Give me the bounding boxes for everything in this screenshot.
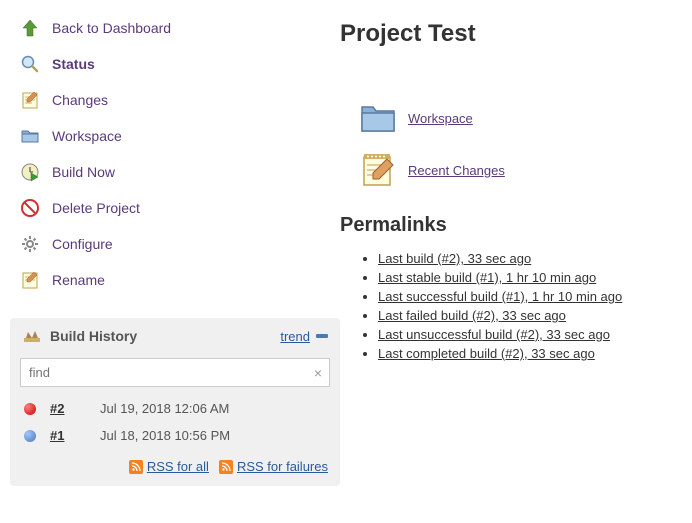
rss-all-label: RSS for all xyxy=(147,459,209,474)
nav-label: Workspace xyxy=(52,128,122,144)
nav-workspace[interactable]: Workspace xyxy=(10,118,340,154)
nav-back-dashboard[interactable]: Back to Dashboard xyxy=(10,10,340,46)
permalink-last-stable[interactable]: Last stable build (#1), 1 hr 10 min ago xyxy=(378,270,596,285)
page-title: Project Test xyxy=(340,20,682,48)
build-row[interactable]: #2 Jul 19, 2018 12:06 AM xyxy=(10,395,340,422)
nav-status[interactable]: Status xyxy=(10,46,340,82)
nav-label: Status xyxy=(52,56,95,72)
construction-icon xyxy=(22,328,42,344)
nav-label: Changes xyxy=(52,92,108,108)
permalink-last-completed[interactable]: Last completed build (#2), 33 sec ago xyxy=(378,346,595,361)
main-content: Project Test Workspace Recent Changes Pe… xyxy=(340,0,692,486)
nav-delete-project[interactable]: Delete Project xyxy=(10,190,340,226)
rss-failures-link[interactable]: RSS for failures xyxy=(219,459,328,474)
delete-icon xyxy=(18,196,42,220)
rss-icon xyxy=(129,460,143,474)
sidebar: Back to Dashboard Status Changes Workspa… xyxy=(0,0,340,486)
nav-build-now[interactable]: Build Now xyxy=(10,154,340,190)
build-number-link[interactable]: #2 xyxy=(50,401,100,416)
build-row[interactable]: #1 Jul 18, 2018 10:56 PM xyxy=(10,422,340,449)
workspace-link[interactable]: Workspace xyxy=(408,111,473,126)
nav-label: Configure xyxy=(52,236,113,252)
workspace-link-row: Workspace xyxy=(358,98,682,138)
folder-icon xyxy=(18,124,42,148)
nav-label: Back to Dashboard xyxy=(52,20,171,36)
build-status-blue-icon xyxy=(24,430,36,442)
notepad-icon xyxy=(18,88,42,112)
notepad-pencil-icon xyxy=(358,150,398,190)
build-date: Jul 18, 2018 10:56 PM xyxy=(100,428,230,443)
build-search-input[interactable] xyxy=(20,358,330,387)
build-number-link[interactable]: #1 xyxy=(50,428,100,443)
recent-changes-link[interactable]: Recent Changes xyxy=(408,163,505,178)
permalink-last-build[interactable]: Last build (#2), 33 sec ago xyxy=(378,251,531,266)
nav-rename[interactable]: Rename xyxy=(10,262,340,298)
nav-configure[interactable]: Configure xyxy=(10,226,340,262)
build-history-panel: Build History trend × #2 Jul 19, 2018 12… xyxy=(10,318,340,486)
build-search-box: × xyxy=(20,358,330,387)
rename-icon xyxy=(18,268,42,292)
clock-play-icon xyxy=(18,160,42,184)
collapse-icon[interactable] xyxy=(316,332,328,340)
rss-icon xyxy=(219,460,233,474)
gear-icon xyxy=(18,232,42,256)
rss-all-link[interactable]: RSS for all xyxy=(129,459,209,474)
build-date: Jul 19, 2018 12:06 AM xyxy=(100,401,229,416)
permalinks-list: Last build (#2), 33 sec ago Last stable … xyxy=(340,251,682,361)
folder-icon xyxy=(358,98,398,138)
clear-icon[interactable]: × xyxy=(314,365,322,381)
build-history-title: Build History xyxy=(50,328,280,344)
permalinks-title: Permalinks xyxy=(340,214,682,237)
build-history-header: Build History trend xyxy=(10,318,340,354)
magnifier-icon xyxy=(18,52,42,76)
permalink-last-unsuccessful[interactable]: Last unsuccessful build (#2), 33 sec ago xyxy=(378,327,610,342)
trend-link[interactable]: trend xyxy=(280,329,310,344)
rss-failures-label: RSS for failures xyxy=(237,459,328,474)
permalink-last-failed[interactable]: Last failed build (#2), 33 sec ago xyxy=(378,308,566,323)
recent-changes-row: Recent Changes xyxy=(358,150,682,190)
nav-changes[interactable]: Changes xyxy=(10,82,340,118)
nav-label: Rename xyxy=(52,272,105,288)
up-arrow-icon xyxy=(18,16,42,40)
rss-row: RSS for all RSS for failures xyxy=(10,449,340,486)
build-status-red-icon xyxy=(24,403,36,415)
nav-label: Build Now xyxy=(52,164,115,180)
permalink-last-successful[interactable]: Last successful build (#1), 1 hr 10 min … xyxy=(378,289,622,304)
nav-label: Delete Project xyxy=(52,200,140,216)
